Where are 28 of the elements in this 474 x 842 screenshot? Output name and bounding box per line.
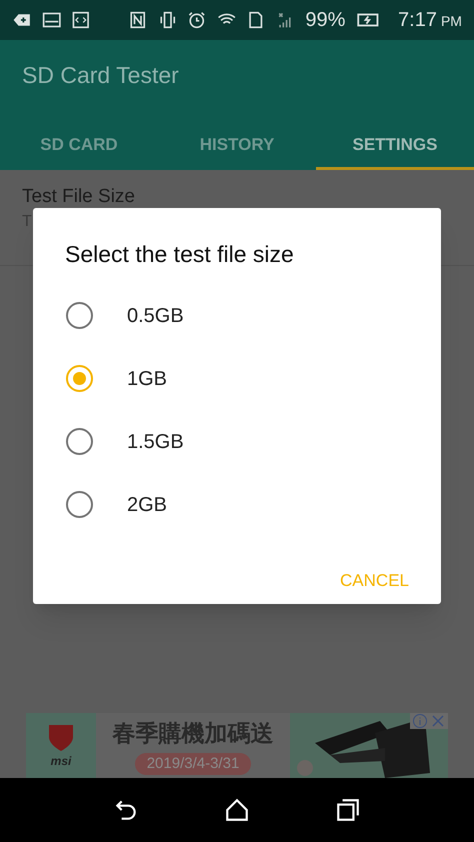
dialog-title: Select the test file size (64, 240, 295, 269)
tab[interactable]: SETTINGS (316, 122, 474, 170)
brand-logo: msi (50, 752, 72, 770)
option-label: 2GB (127, 492, 168, 518)
clock-meridiem: PM (440, 12, 462, 31)
ad-headline: 春季購機加碼送 (112, 719, 274, 748)
radio-option[interactable]: 0.5GB (33, 284, 441, 347)
radio-button[interactable] (66, 302, 93, 329)
radio-option[interactable]: 2GB (33, 473, 441, 536)
radio-option[interactable]: 1.5GB (33, 410, 441, 473)
radio-button[interactable] (66, 428, 93, 455)
recent-apps-icon[interactable] (335, 797, 362, 823)
code-icon (71, 9, 91, 31)
clock-time: 7:17 (398, 8, 437, 33)
option-label: 1GB (127, 366, 168, 392)
alarm-icon (187, 9, 207, 31)
ad-dates: 2019/3/4-3/31 (134, 752, 252, 775)
home-icon[interactable] (224, 797, 250, 823)
vibrate-icon (158, 9, 178, 31)
radio-button[interactable] (66, 491, 93, 518)
radio-option[interactable]: 1GB (33, 347, 441, 410)
nfc-icon (128, 9, 148, 31)
option-label: 0.5GB (127, 304, 184, 328)
option-label: 1.5GB (127, 430, 184, 454)
app-title: SD Card Tester (21, 61, 180, 90)
battery-percent: 99% (305, 8, 346, 33)
setting-title: Test File Size (22, 186, 136, 208)
radio-button[interactable] (66, 365, 93, 392)
